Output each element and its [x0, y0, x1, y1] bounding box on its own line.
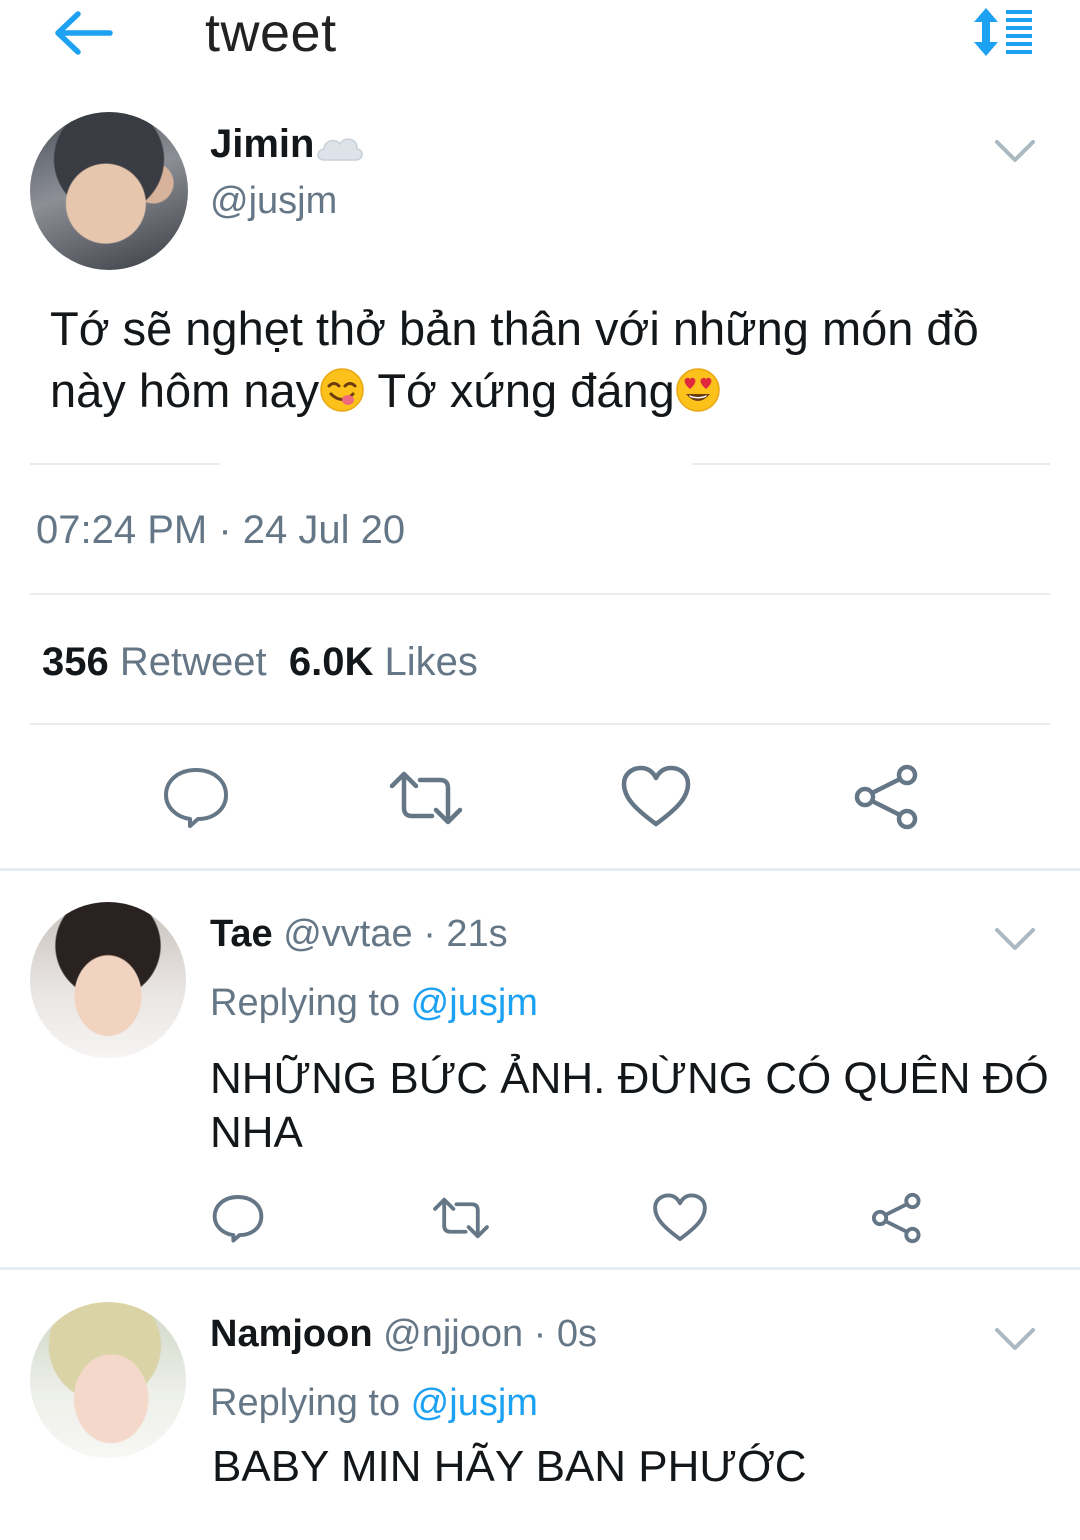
reply-author-handle[interactable]: @njjoon — [373, 1313, 523, 1355]
yum-face-emoji — [320, 368, 364, 412]
like-icon[interactable] — [652, 1192, 708, 1244]
arrow-left-icon[interactable] — [52, 8, 116, 58]
divider — [0, 1267, 1080, 1270]
retweet-icon[interactable] — [388, 768, 464, 828]
divider — [0, 868, 1080, 871]
likes-count[interactable]: 6.0K — [289, 640, 374, 684]
avatar[interactable] — [30, 902, 186, 1058]
share-icon[interactable] — [852, 764, 922, 830]
reply-icon[interactable] — [160, 764, 232, 830]
likes-label[interactable]: Likes — [373, 640, 477, 684]
reply-icon[interactable] — [210, 1192, 266, 1244]
author-name[interactable]: Jimin — [210, 122, 314, 167]
page-title: tweet — [205, 3, 337, 63]
divider — [692, 463, 1050, 465]
replying-to: Replying to @jusjm — [210, 1382, 538, 1425]
avatar[interactable] — [30, 112, 188, 270]
retweet-count[interactable]: 356 — [42, 640, 109, 684]
mention-link[interactable]: @jusjm — [411, 1382, 538, 1424]
avatar[interactable] — [30, 1302, 186, 1458]
chevron-down-icon[interactable] — [993, 924, 1037, 954]
reply-text: NHỮNG BỨC ẢNH. ĐỪNG CÓ QUÊN ĐÓ NHA — [210, 1054, 1049, 1157]
reply-header: Namjoon @njjoon · 0s — [210, 1313, 597, 1356]
tweet-stats: 356 Retweet 6.0K Likes — [42, 640, 478, 685]
reply-time: · 21s — [412, 913, 508, 955]
reply-header: Tae @vvtae · 21s — [210, 913, 508, 956]
reply-author-handle[interactable]: @vvtae — [273, 913, 412, 955]
divider — [30, 723, 1050, 725]
divider — [30, 463, 220, 465]
chevron-down-icon[interactable] — [993, 136, 1037, 166]
author-handle[interactable]: @jusjm — [210, 180, 337, 223]
retweet-label[interactable]: Retweet — [109, 640, 267, 684]
chevron-down-icon[interactable] — [993, 1324, 1037, 1354]
reply-author-name[interactable]: Namjoon — [210, 1313, 373, 1355]
mention-link[interactable]: @jusjm — [411, 982, 538, 1024]
retweet-icon[interactable] — [432, 1194, 490, 1242]
replying-to: Replying to @jusjm — [210, 982, 538, 1025]
reply-author-name[interactable]: Tae — [210, 913, 273, 955]
share-icon[interactable] — [870, 1192, 924, 1244]
replying-prefix: Replying to — [210, 982, 411, 1024]
tweet-text: Tớ sẽ nghẹt thở bản thân với những món đ… — [50, 298, 1060, 422]
reply-text: BABY MIN HÃY BAN PHƯỚC — [212, 1442, 807, 1491]
reply-time: · 0s — [523, 1313, 598, 1355]
cloud-icon — [317, 138, 363, 161]
heart-eyes-emoji — [676, 368, 720, 412]
divider — [30, 593, 1050, 595]
sort-list-icon[interactable] — [966, 6, 1038, 58]
tweet-text-part2: Tớ xứng đáng — [365, 364, 675, 417]
like-icon[interactable] — [620, 764, 692, 830]
timestamp: 07:24 PM · 24 Jul 20 — [36, 508, 406, 552]
replying-prefix: Replying to — [210, 1382, 411, 1424]
